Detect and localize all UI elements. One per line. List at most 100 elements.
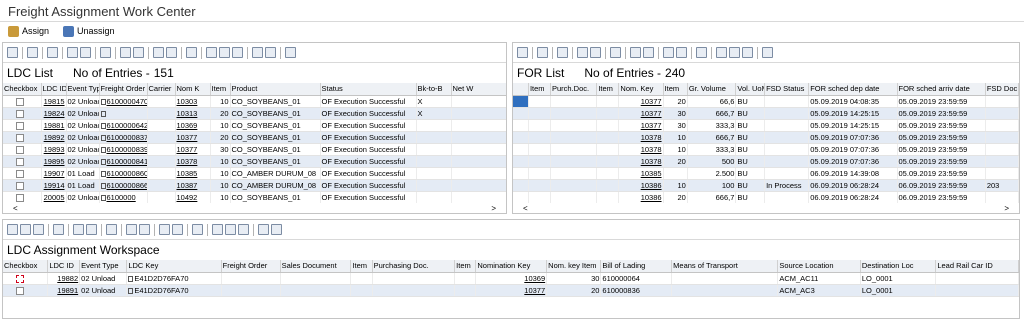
ldc-id-cell-text[interactable]: 19824 bbox=[44, 109, 65, 118]
toolbar-icon[interactable] bbox=[212, 224, 223, 235]
nom-key-cell-text[interactable]: 10313 bbox=[177, 109, 198, 118]
column-header[interactable]: Vol. UoM bbox=[735, 83, 766, 96]
nom-key-cell[interactable]: 10378 bbox=[618, 143, 664, 156]
toolbar-icon[interactable] bbox=[20, 224, 31, 235]
nomination-key-cell[interactable]: 10369 bbox=[475, 272, 548, 285]
freight-order-link[interactable]: 6100000841 bbox=[107, 157, 147, 166]
column-header[interactable]: Item bbox=[528, 83, 552, 96]
nom-key-cell[interactable]: 10377 bbox=[175, 143, 211, 156]
nom-key-cell[interactable]: 10303 bbox=[175, 95, 211, 108]
freight-order-link[interactable]: 6100000642 bbox=[107, 121, 147, 130]
checkbox-cell[interactable] bbox=[3, 155, 42, 168]
nom-key-cell[interactable]: 10387 bbox=[175, 179, 211, 192]
row-selector[interactable] bbox=[513, 95, 529, 108]
table-row[interactable]: 10378 20 500 BU 05.09.2019 07:07:36 05.09.201… bbox=[513, 155, 1019, 168]
for-list-hscroll[interactable]: < > bbox=[513, 203, 1019, 213]
toolbar-icon[interactable] bbox=[186, 47, 197, 58]
nom-key-cell-text[interactable]: 10377 bbox=[177, 145, 198, 154]
nom-key-cell-text[interactable]: 10386 bbox=[641, 193, 662, 202]
freight-order-link[interactable]: 6100000839 bbox=[107, 145, 147, 154]
row-checkbox[interactable] bbox=[16, 109, 24, 118]
row-selector[interactable] bbox=[513, 191, 529, 204]
row-selector[interactable] bbox=[513, 143, 529, 156]
checkbox-cell[interactable] bbox=[3, 167, 42, 180]
toolbar-icon[interactable] bbox=[27, 47, 38, 58]
ldc-id-cell[interactable]: 19914 bbox=[41, 179, 67, 192]
freight-order-cell[interactable]: 6100000860 bbox=[99, 167, 148, 180]
toolbar-icon[interactable] bbox=[238, 224, 249, 235]
freight-order-cell[interactable]: 6100000841 bbox=[99, 155, 148, 168]
row-checkbox[interactable] bbox=[16, 133, 24, 142]
ldc-id-cell[interactable]: 19895 bbox=[41, 155, 67, 168]
column-header[interactable]: Carrier bbox=[147, 83, 176, 96]
column-header[interactable]: Checkbox bbox=[3, 260, 49, 273]
column-header[interactable]: Lead Rail Car ID bbox=[935, 260, 1019, 273]
ldc-list-hscroll[interactable]: < > bbox=[3, 203, 506, 213]
column-header[interactable]: LDC ID bbox=[41, 83, 67, 96]
row-selector[interactable] bbox=[513, 107, 529, 120]
toolbar-icon[interactable] bbox=[517, 47, 528, 58]
freight-order-link[interactable]: 6100000 bbox=[107, 193, 136, 202]
table-row[interactable]: 10377 30 333,3 BU 05.09.2019 14:25:15 05.09.2… bbox=[513, 119, 1019, 132]
column-header[interactable]: Event Type bbox=[66, 83, 100, 96]
table-row[interactable]: 20005 02 Unloac 6100000 10492 10 CO_SOYBEANS_… bbox=[3, 191, 506, 204]
column-header[interactable]: Item bbox=[454, 260, 477, 273]
column-header[interactable]: LDC ID bbox=[47, 260, 81, 273]
column-header[interactable]: LDC Key bbox=[126, 260, 222, 273]
column-header[interactable]: Purch.Doc. bbox=[550, 83, 598, 96]
toolbar-icon[interactable] bbox=[537, 47, 548, 58]
checkbox-cell[interactable] bbox=[3, 191, 42, 204]
ldc-id-cell[interactable]: 19882 bbox=[47, 272, 81, 285]
freight-order-link[interactable]: 6100000837 bbox=[107, 133, 147, 142]
toolbar-icon[interactable] bbox=[126, 224, 137, 235]
nom-key-cell[interactable]: 10378 bbox=[618, 155, 664, 168]
table-row[interactable]: 19882 02 Unload E41D2D76FA70 10369 30 6100000… bbox=[3, 272, 1019, 285]
toolbar-icon[interactable] bbox=[47, 47, 58, 58]
column-header[interactable]: Gr. Volume bbox=[687, 83, 737, 96]
nom-key-cell-text[interactable]: 10492 bbox=[177, 193, 198, 202]
table-row[interactable]: 19907 01 Load 6100000860 10385 10 CO_AMBER DU… bbox=[3, 167, 506, 180]
table-row[interactable]: 19892 02 Unloac 6100000837 10377 20 CO_SOYBEA… bbox=[3, 131, 506, 144]
checkbox-cell[interactable] bbox=[3, 131, 42, 144]
nom-key-cell-text[interactable]: 10377 bbox=[641, 109, 662, 118]
nomination-key-cell-text[interactable]: 10369 bbox=[524, 274, 545, 283]
nom-key-cell-text[interactable]: 10385 bbox=[641, 169, 662, 178]
nom-key-cell-text[interactable]: 10387 bbox=[177, 181, 198, 190]
toolbar-icon[interactable] bbox=[232, 47, 243, 58]
column-header[interactable]: Nomination Key bbox=[475, 260, 548, 273]
toolbar-icon[interactable] bbox=[696, 47, 707, 58]
ldc-id-cell-text[interactable]: 19892 bbox=[44, 133, 65, 142]
row-checkbox[interactable] bbox=[16, 121, 24, 130]
ldc-id-cell-text[interactable]: 19815 bbox=[44, 97, 65, 106]
column-header[interactable]: Nom. key Item bbox=[546, 260, 602, 273]
toolbar-icon[interactable] bbox=[206, 47, 217, 58]
row-checkbox[interactable] bbox=[16, 169, 24, 178]
toolbar-icon[interactable] bbox=[271, 224, 282, 235]
toolbar-icon[interactable] bbox=[663, 47, 674, 58]
nom-key-cell[interactable]: 10492 bbox=[175, 191, 211, 204]
row-checkbox[interactable] bbox=[16, 181, 24, 190]
checkbox-cell[interactable] bbox=[3, 179, 42, 192]
toolbar-icon[interactable] bbox=[557, 47, 568, 58]
table-row[interactable]: 19881 02 Unloac 6100000642 10369 10 CO_SOYBEA… bbox=[3, 119, 506, 132]
row-checkbox[interactable] bbox=[16, 286, 24, 295]
scroll-right-icon[interactable]: > bbox=[491, 204, 496, 213]
column-header[interactable]: Net W bbox=[451, 83, 506, 96]
table-row[interactable]: 19891 02 Unload E41D2D76FA70 10377 20 6100008… bbox=[3, 284, 1019, 297]
ldc-id-cell-text[interactable]: 19881 bbox=[44, 121, 65, 130]
toolbar-icon[interactable] bbox=[610, 47, 621, 58]
freight-order-cell[interactable]: 6100000470 bbox=[99, 95, 148, 108]
table-row[interactable]: 19895 02 Unloac 6100000841 10378 10 CO_SOYBEA… bbox=[3, 155, 506, 168]
row-selector[interactable] bbox=[513, 167, 529, 180]
column-header[interactable]: Checkbox bbox=[3, 83, 42, 96]
toolbar-icon[interactable] bbox=[676, 47, 687, 58]
ldc-id-cell-text[interactable]: 19895 bbox=[44, 157, 65, 166]
nom-key-cell[interactable]: 10377 bbox=[618, 107, 664, 120]
column-header[interactable]: FSD Doc bbox=[985, 83, 1019, 96]
row-checkbox[interactable] bbox=[16, 193, 24, 202]
column-header[interactable]: Event Type bbox=[79, 260, 128, 273]
scroll-right-icon[interactable]: > bbox=[1004, 204, 1009, 213]
toolbar-icon[interactable] bbox=[80, 47, 91, 58]
nom-key-cell[interactable]: 10369 bbox=[175, 119, 211, 132]
column-header[interactable]: Means of Transport bbox=[671, 260, 779, 273]
